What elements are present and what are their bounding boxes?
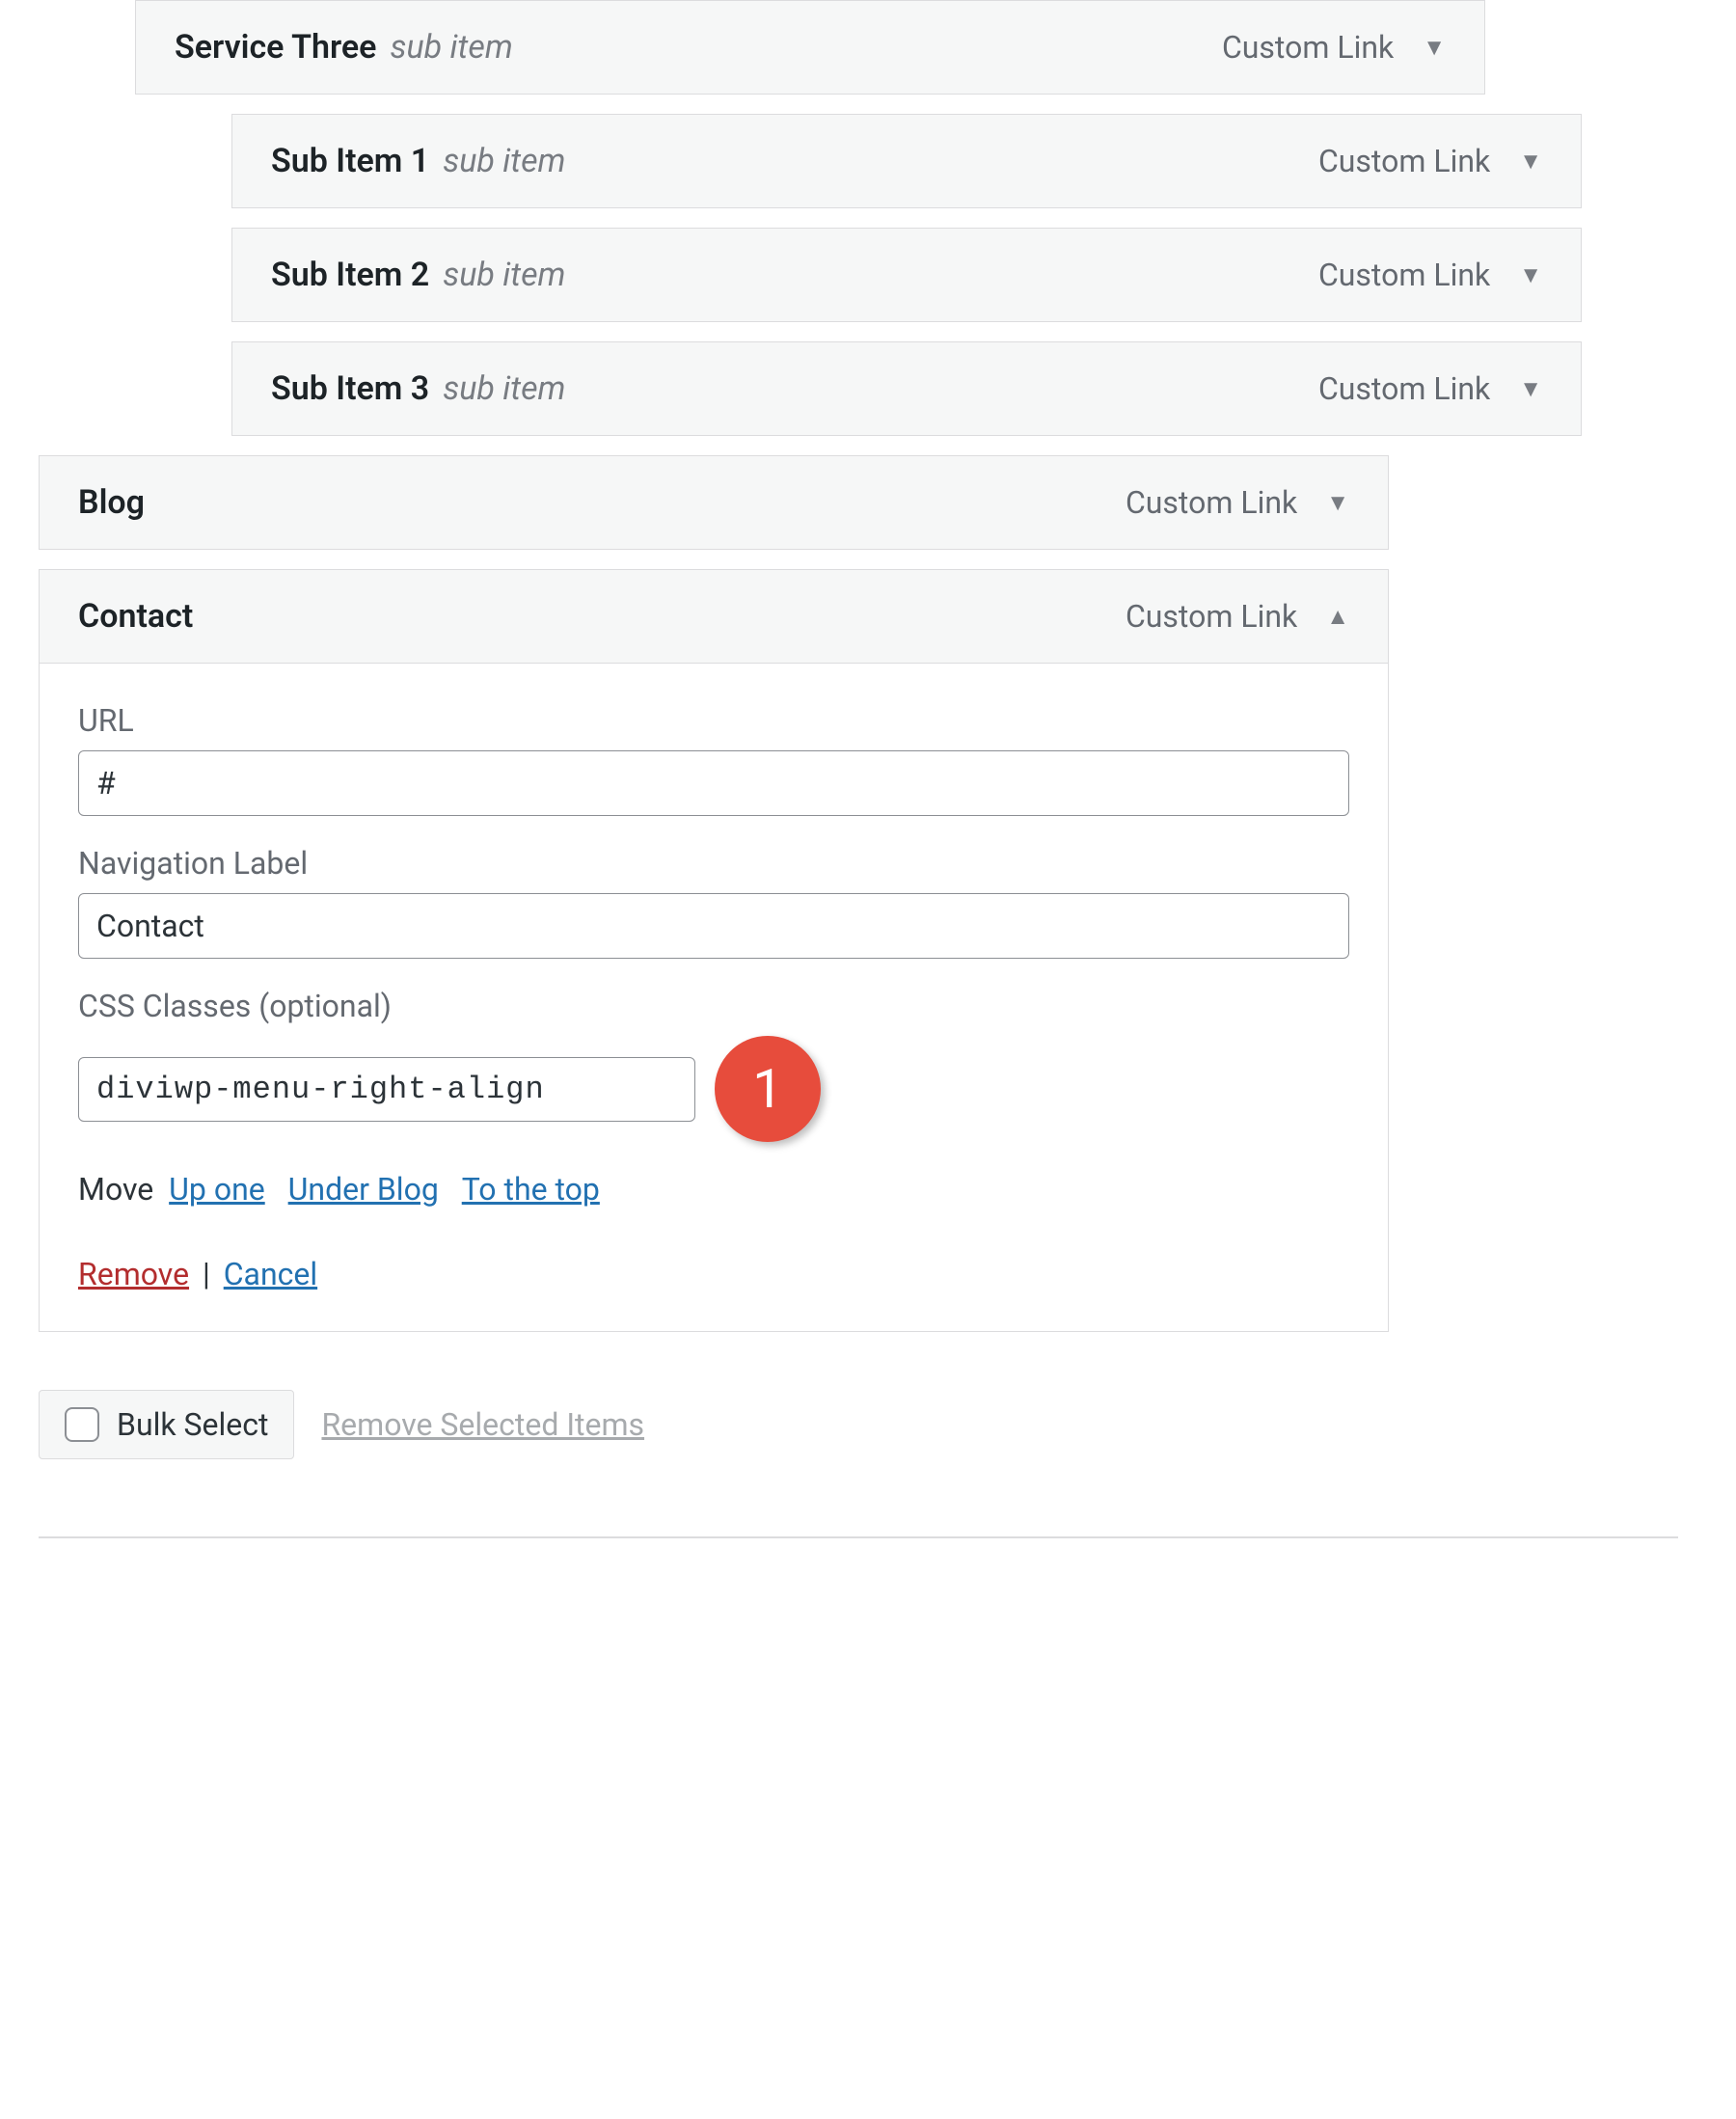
menu-item-blog[interactable]: Blog Custom Link ▼ bbox=[39, 455, 1389, 550]
menu-item-type: Custom Link bbox=[1318, 370, 1490, 407]
move-label: Move bbox=[78, 1171, 153, 1208]
annotation-badge-1: 1 bbox=[715, 1036, 821, 1142]
css-classes-label: CSS Classes (optional) bbox=[78, 988, 1349, 1024]
move-row: Move Up one Under Blog To the top bbox=[78, 1171, 1349, 1208]
chevron-down-icon[interactable]: ▼ bbox=[1326, 489, 1349, 517]
bulk-select-label: Bulk Select bbox=[117, 1406, 268, 1443]
cancel-link[interactable]: Cancel bbox=[224, 1256, 317, 1292]
menu-item-subtype: sub item bbox=[390, 28, 512, 67]
navigation-label-input[interactable] bbox=[78, 893, 1349, 959]
bulk-row: Bulk Select Remove Selected Items bbox=[39, 1390, 1697, 1459]
menu-item-sub-2[interactable]: Sub Item 2 sub item Custom Link ▼ bbox=[231, 228, 1582, 322]
chevron-down-icon[interactable]: ▼ bbox=[1519, 375, 1542, 403]
divider bbox=[39, 1536, 1678, 1538]
separator: | bbox=[203, 1256, 210, 1292]
menu-item-title: Contact bbox=[78, 597, 193, 636]
menu-item-contact[interactable]: Contact Custom Link ▲ bbox=[39, 569, 1389, 664]
menu-item-title: Service Three bbox=[175, 28, 376, 67]
menu-item-service-three[interactable]: Service Three sub item Custom Link ▼ bbox=[135, 0, 1485, 95]
menu-item-subtype: sub item bbox=[443, 142, 565, 180]
menu-item-title: Sub Item 2 bbox=[271, 256, 429, 294]
chevron-down-icon[interactable]: ▼ bbox=[1519, 148, 1542, 176]
chevron-down-icon[interactable]: ▼ bbox=[1519, 261, 1542, 289]
move-up-one-link[interactable]: Up one bbox=[169, 1171, 265, 1208]
menu-item-type: Custom Link bbox=[1318, 143, 1490, 179]
move-under-blog-link[interactable]: Under Blog bbox=[288, 1171, 439, 1208]
move-to-top-link[interactable]: To the top bbox=[462, 1171, 600, 1208]
menu-item-sub-3[interactable]: Sub Item 3 sub item Custom Link ▼ bbox=[231, 341, 1582, 436]
chevron-down-icon[interactable]: ▼ bbox=[1423, 34, 1446, 62]
chevron-up-icon[interactable]: ▲ bbox=[1326, 603, 1349, 631]
menu-item-subtype: sub item bbox=[443, 256, 565, 294]
menu-item-subtype: sub item bbox=[443, 369, 565, 408]
menu-item-type: Custom Link bbox=[1126, 484, 1297, 521]
css-classes-input[interactable] bbox=[78, 1057, 695, 1122]
menu-item-contact-panel: URL Navigation Label CSS Classes (option… bbox=[39, 664, 1389, 1332]
menu-item-title: Blog bbox=[78, 483, 145, 522]
menu-item-type: Custom Link bbox=[1318, 257, 1490, 293]
menu-item-type: Custom Link bbox=[1222, 29, 1394, 66]
menu-item-type: Custom Link bbox=[1126, 598, 1297, 635]
url-label: URL bbox=[78, 702, 1349, 739]
bulk-select-checkbox[interactable] bbox=[65, 1407, 99, 1442]
bulk-select-toggle[interactable]: Bulk Select bbox=[39, 1390, 294, 1459]
menu-item-title: Sub Item 3 bbox=[271, 369, 429, 408]
menu-item-sub-1[interactable]: Sub Item 1 sub item Custom Link ▼ bbox=[231, 114, 1582, 208]
remove-selected-link[interactable]: Remove Selected Items bbox=[321, 1406, 644, 1443]
remove-link[interactable]: Remove bbox=[78, 1256, 189, 1292]
url-input[interactable] bbox=[78, 750, 1349, 816]
actions-row: Remove | Cancel bbox=[78, 1256, 1349, 1292]
annotation-number: 1 bbox=[752, 1057, 782, 1121]
navigation-label-label: Navigation Label bbox=[78, 845, 1349, 882]
menu-item-title: Sub Item 1 bbox=[271, 142, 429, 180]
